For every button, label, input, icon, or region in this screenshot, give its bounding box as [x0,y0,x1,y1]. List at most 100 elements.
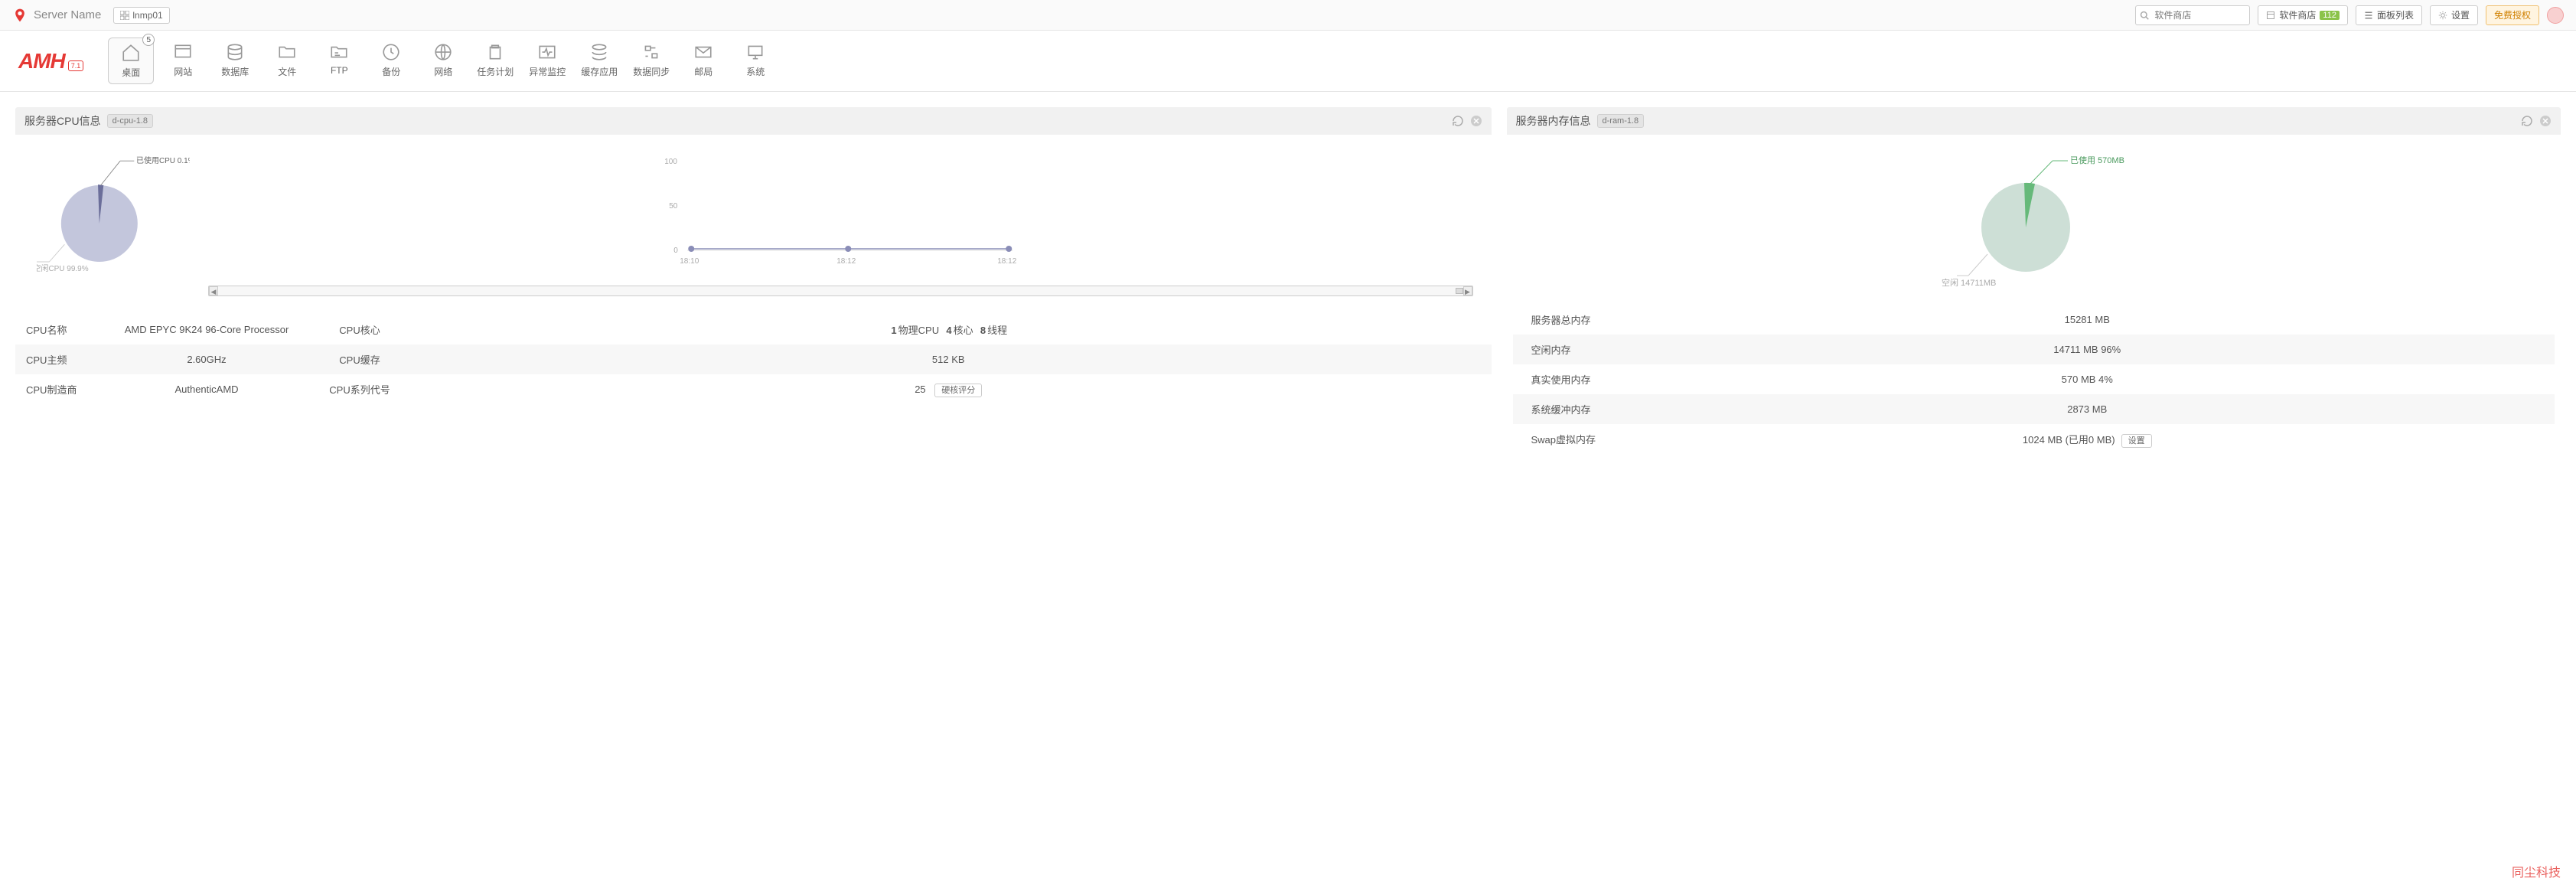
svg-text:100: 100 [664,158,677,166]
globe-icon [433,42,453,62]
nav-item-9[interactable]: 缓存应用 [576,38,622,84]
nav-item-3[interactable]: 文件 [264,38,310,84]
table-row: CPU名称 AMD EPYC 9K24 96-Core Processor CP… [15,315,1492,344]
ram-swap-val: 1024 MB (已用0 MB)设置 [1639,432,2537,446]
search-wrap [2135,5,2250,25]
cpu-cache-lbl: CPU缓存 [314,344,406,374]
swap-settings-button[interactable]: 设置 [2121,434,2152,448]
env-tag[interactable]: lnmp01 [113,7,169,24]
store-icon [2266,11,2275,20]
cpu-used-label: 已使用CPU 0.1% [136,155,190,165]
scroll-thumb[interactable] [1456,288,1463,294]
table-row: 真实使用内存570 MB 4% [1513,364,2555,394]
cpu-panel-head: 服务器CPU信息 d-cpu-1.8 [15,107,1492,135]
brand-logo[interactable]: AMH 7.1 [18,49,83,73]
nav-label: FTP [331,65,348,76]
refresh-icon[interactable] [1452,115,1464,127]
ram-panel: 服务器内存信息 d-ram-1.8 已使用 570MB 空闲 14711MB [1507,107,2561,466]
ram-idle-label: 空闲 14711MB [1942,277,1996,288]
store-button[interactable]: 软件商店 112 [2258,5,2348,25]
table-row: 系统缓冲内存2873 MB [1513,394,2555,424]
scroll-left-icon[interactable]: ◀ [209,286,218,295]
location-pin-icon [12,8,28,23]
scroll-right-icon[interactable]: ▶ [1463,286,1472,295]
pulse-icon [537,42,557,62]
nav-item-4[interactable]: FTP [316,38,362,84]
ram-used-label: 已使用 570MB [2070,155,2124,165]
nav-item-12[interactable]: 系统 [732,38,778,84]
nav-item-0[interactable]: 桌面5 [108,38,154,84]
env-tag-label: lnmp01 [132,10,162,21]
nav-label: 异常监控 [529,65,566,78]
nav-label: 任务计划 [477,65,514,78]
chart-scrollbar[interactable]: ◀ ▶ [208,286,1473,296]
close-icon[interactable] [2539,115,2552,127]
cpu-panel-tag[interactable]: d-cpu-1.8 [107,114,153,128]
settings-label: 设置 [2451,8,2470,21]
nav-item-7[interactable]: 任务计划 [472,38,518,84]
ram-used-val: 570 MB 4% [1639,374,2537,385]
search-input[interactable] [2135,5,2250,25]
nav-items: 桌面5网站数据库文件 FTP 备份网络 任务计划 异常监控缓存应用数据同步邮局 系统 [108,38,778,84]
nav-item-11[interactable]: 邮局 [680,38,726,84]
nav-item-6[interactable]: 网络 [420,38,466,84]
cpu-series-lbl: CPU系列代号 [314,374,406,404]
nav-label: 网络 [434,65,452,78]
navbar: AMH 7.1 桌面5网站数据库文件 FTP 备份网络 任务计划 异常监控缓存应用数据同… [0,31,2576,92]
settings-button[interactable]: 设置 [2430,5,2478,25]
ram-panel-title: 服务器内存信息 [1516,113,1591,129]
cpu-idle-label: 空闲CPU 99.9% [37,263,89,273]
svg-text:18:10: 18:10 [680,257,699,266]
nav-item-2[interactable]: 数据库 [212,38,258,84]
ftp-icon [329,42,349,62]
nav-label: 邮局 [694,65,712,78]
ram-total-val: 15281 MB [1639,314,2537,325]
nav-item-5[interactable]: 备份 [368,38,414,84]
nav-item-10[interactable]: 数据同步 [628,38,674,84]
brand-version: 7.1 [68,60,84,71]
mail-icon [693,42,713,62]
cpu-info-table: CPU名称 AMD EPYC 9K24 96-Core Processor CP… [15,315,1492,404]
svg-text:50: 50 [669,202,678,211]
clock-icon [381,42,401,62]
nav-label: 系统 [746,65,765,78]
ram-used-lbl2: 真实使用内存 [1531,372,1639,387]
nav-item-1[interactable]: 网站 [160,38,206,84]
content: 服务器CPU信息 d-cpu-1.8 已使用CPU 0.1% 空闲CPU 99.… [0,92,2576,482]
cpu-panel-title: 服务器CPU信息 [24,113,101,129]
store-label: 软件商店 [2279,8,2316,21]
close-icon[interactable] [1470,115,1482,127]
cpu-cache-val: 512 KB [406,344,1492,374]
clipboard-icon [485,42,505,62]
avatar[interactable] [2547,7,2564,24]
nav-label: 桌面 [122,66,140,79]
nav-item-8[interactable]: 异常监控 [524,38,570,84]
cpu-core-lbl: CPU核心 [314,315,406,344]
panels-label: 面板列表 [2377,8,2414,21]
ram-panel-tag[interactable]: d-ram-1.8 [1597,114,1645,128]
system-icon [745,42,765,62]
ram-free-lbl: 空闲内存 [1531,342,1639,357]
cpu-vendor-lbl: CPU制造商 [15,374,99,404]
auth-button[interactable]: 免费授权 [2486,5,2539,25]
refresh-icon[interactable] [2521,115,2533,127]
cpu-line-chart: 100 50 0 18:10 18:12 18:12 [208,147,1473,277]
window-icon [173,42,193,62]
cpu-series-val: 25 硬核评分 [406,374,1492,404]
cpu-name-lbl: CPU名称 [15,315,99,344]
ram-cache-val: 2873 MB [1639,403,2537,415]
table-row: 服务器总内存15281 MB [1513,305,2555,335]
cpu-pie-chart: 已使用CPU 0.1% 空闲CPU 99.9% [37,147,190,289]
watermark: 同尘科技 [2512,862,2561,880]
benchmark-button[interactable]: 硬核评分 [934,384,982,397]
search-icon [2140,11,2149,20]
sync-icon [641,42,661,62]
cpu-line-chart-wrap: 100 50 0 18:10 18:12 18:12 ◀ ▶ [208,147,1485,296]
table-row: CPU制造商 AuthenticAMD CPU系列代号 25 硬核评分 [15,374,1492,404]
panels-button[interactable]: 面板列表 [2356,5,2422,25]
ram-total-lbl: 服务器总内存 [1531,312,1639,327]
folder-icon [277,42,297,62]
layers-icon [589,42,609,62]
cpu-name-val: AMD EPYC 9K24 96-Core Processor [99,315,314,344]
store-count-badge: 112 [2320,11,2340,20]
